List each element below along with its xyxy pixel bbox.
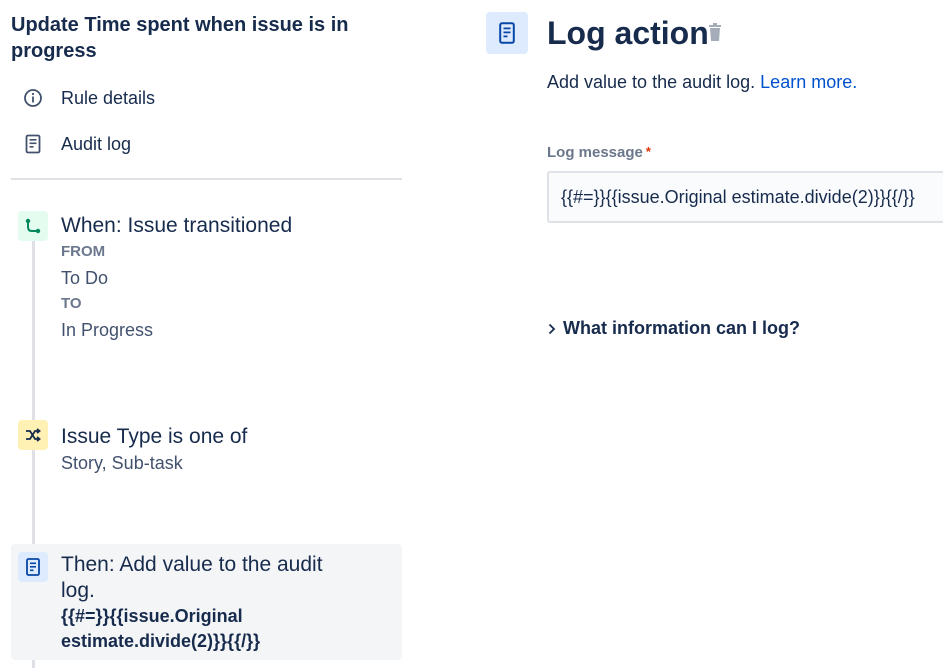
panel-description: Add value to the audit log. Learn more. xyxy=(547,70,857,94)
divider xyxy=(11,178,402,180)
action-smart-value: {{#=}}{{issue.Original estimate.divide(2… xyxy=(61,606,261,651)
condition-heading: Issue Type is one of xyxy=(61,425,248,448)
condition-value: Story, Sub-task xyxy=(61,453,183,473)
trash-icon[interactable] xyxy=(707,23,723,43)
action-badge xyxy=(18,552,48,582)
action-config-panel: Log action Add value to the audit log. L… xyxy=(486,0,943,668)
log-message-input[interactable]: {{#=}}{{issue.Original estimate.divide(2… xyxy=(547,171,943,223)
expander-label: What information can I log? xyxy=(563,318,800,338)
panel-title: Log action xyxy=(547,15,709,51)
document-icon xyxy=(499,22,515,44)
rule-title: Update Time spent when issue is in progr… xyxy=(11,14,349,62)
document-icon xyxy=(26,558,40,576)
trigger-to-label: TO xyxy=(61,295,82,312)
action-heading: Then: Add value to the audit log. xyxy=(61,553,323,602)
trigger-step[interactable]: When: Issue transitioned FROM To Do TO I… xyxy=(11,211,402,361)
description-text: Add value to the audit log. xyxy=(547,72,756,92)
info-icon xyxy=(22,87,44,109)
nav-audit-log[interactable]: Audit log xyxy=(22,132,131,156)
nav-rule-details-label: Rule details xyxy=(61,87,156,108)
shuffle-icon xyxy=(26,428,41,442)
rule-sidebar: Update Time spent when issue is in progr… xyxy=(0,0,410,668)
info-expander[interactable]: What information can I log? xyxy=(547,318,800,339)
trigger-to-value: In Progress xyxy=(61,320,154,340)
trigger-from-value: To Do xyxy=(61,268,109,288)
log-message-value: {{#=}}{{issue.Original estimate.divide(2… xyxy=(561,186,915,207)
nav-audit-log-label: Audit log xyxy=(61,133,132,154)
log-message-label-text: Log message xyxy=(547,144,643,161)
document-icon xyxy=(22,133,44,155)
required-marker: * xyxy=(645,144,651,159)
nav-rule-details[interactable]: Rule details xyxy=(22,86,155,110)
chevron-right-icon xyxy=(547,323,561,335)
condition-step[interactable]: Issue Type is one of Story, Sub-task xyxy=(11,420,402,490)
branch-icon xyxy=(25,218,41,234)
log-message-label: Log message * xyxy=(547,144,651,161)
trigger-from-label: FROM xyxy=(61,243,106,260)
action-step[interactable]: Then: Add value to the audit log. {{#=}}… xyxy=(11,544,402,660)
log-action-icon xyxy=(486,12,528,54)
learn-more-link[interactable]: Learn more. xyxy=(760,72,857,92)
trigger-heading: When: Issue transitioned xyxy=(61,214,293,237)
condition-badge xyxy=(18,420,48,450)
trigger-badge xyxy=(18,211,48,241)
